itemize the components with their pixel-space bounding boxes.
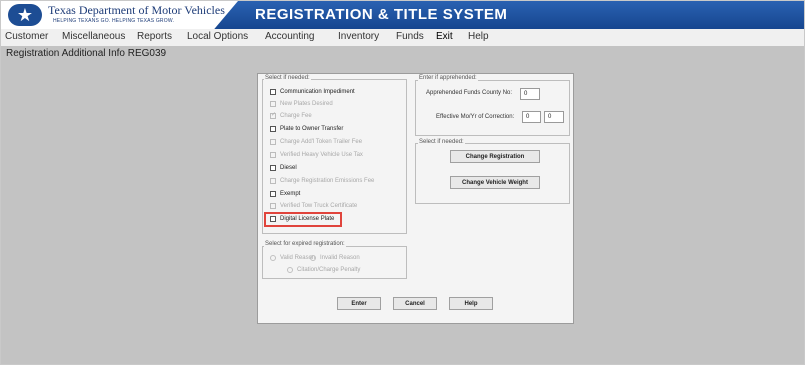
- checkbox-box: [270, 165, 276, 171]
- checkbox-box: [270, 203, 276, 209]
- option-label: Charge Registration Emissions Fee: [280, 178, 375, 184]
- new-plates-desired-checkbox[interactable]: New Plates Desired: [270, 99, 333, 109]
- effective-date-label: Effective Mo/Yr of Correction:: [436, 114, 515, 120]
- change-group-label: Select if needed:: [418, 139, 465, 145]
- menu-customer[interactable]: Customer: [5, 31, 48, 42]
- charge-fee-checkbox[interactable]: ✓ Charge Fee: [270, 111, 312, 121]
- txdmv-logo-icon: ★: [8, 4, 42, 26]
- tow-truck-certificate-checkbox[interactable]: Verified Tow Truck Certificate: [270, 201, 357, 211]
- checkbox-box: [270, 101, 276, 107]
- agency-tagline: HELPING TEXANS GO. HELPING TEXAS GROW.: [53, 18, 175, 24]
- enter-button[interactable]: Enter: [337, 297, 381, 310]
- screen-title: Registration Additional Info REG039: [6, 48, 167, 59]
- diesel-checkbox[interactable]: Diesel: [270, 163, 297, 173]
- valid-reason-radio[interactable]: Valid Reason: [270, 253, 315, 263]
- option-label: Plate to Owner Transfer: [280, 126, 344, 132]
- effective-year-field[interactable]: 0: [544, 111, 564, 123]
- menu-help[interactable]: Help: [468, 31, 489, 42]
- option-label: Communication Impediment: [280, 89, 355, 95]
- option-label: Exempt: [280, 191, 301, 197]
- checkbox-box: [270, 89, 276, 95]
- agency-name: Texas Department of Motor Vehicles: [48, 3, 225, 17]
- option-label: Charge Fee: [280, 113, 312, 119]
- plate-to-owner-transfer-checkbox[interactable]: Plate to Owner Transfer: [270, 124, 343, 134]
- options-group-label: Select if needed:: [264, 75, 311, 81]
- registration-emissions-fee-checkbox[interactable]: Charge Registration Emissions Fee: [270, 176, 374, 186]
- menu-inventory[interactable]: Inventory: [338, 31, 379, 42]
- apprehended-group: [415, 80, 570, 136]
- radio-circle: [287, 267, 293, 273]
- app-header: ★ Texas Department of Motor Vehicles HEL…: [1, 1, 804, 29]
- option-label: Diesel: [280, 165, 297, 171]
- exempt-checkbox[interactable]: Exempt: [270, 189, 300, 199]
- option-label: New Plates Desired: [280, 101, 333, 107]
- option-label: Charge Add'l Token Trailer Fee: [280, 139, 363, 145]
- menu-exit[interactable]: Exit: [436, 31, 453, 42]
- apprehended-label: Enter if apprehended:: [418, 75, 478, 81]
- checkbox-box: [270, 126, 276, 132]
- menu-bar: Customer Miscellaneous Reports Local Opt…: [1, 29, 804, 46]
- expired-registration-label: Select for expired registration:: [264, 241, 346, 247]
- token-trailer-fee-checkbox[interactable]: Charge Add'l Token Trailer Fee: [270, 137, 362, 147]
- menu-reports[interactable]: Reports: [137, 31, 172, 42]
- check-mark-icon: ✓: [271, 112, 277, 118]
- menu-local-options[interactable]: Local Options: [187, 31, 248, 42]
- checkbox-box: [270, 139, 276, 145]
- radio-circle: [270, 255, 276, 261]
- citation-penalty-radio[interactable]: Citation/Charge Penalty: [287, 265, 360, 275]
- heavy-vehicle-use-tax-checkbox[interactable]: Verified Heavy Vehicle Use Tax: [270, 150, 363, 160]
- county-no-field[interactable]: 0: [520, 88, 540, 100]
- menu-miscellaneous[interactable]: Miscellaneous: [62, 31, 125, 42]
- option-label: Verified Tow Truck Certificate: [280, 203, 358, 209]
- checkbox-box: ✓: [270, 112, 277, 119]
- menu-funds[interactable]: Funds: [396, 31, 424, 42]
- invalid-reason-radio[interactable]: Invalid Reason: [310, 253, 360, 263]
- system-title: REGISTRATION & TITLE SYSTEM: [255, 6, 508, 23]
- county-no-label: Apprehended Funds County No:: [426, 90, 513, 96]
- checkbox-box: [270, 191, 276, 197]
- radio-circle: [310, 255, 316, 261]
- option-label: Invalid Reason: [320, 255, 360, 261]
- change-registration-button[interactable]: Change Registration: [450, 150, 540, 163]
- option-label: Verified Heavy Vehicle Use Tax: [280, 152, 363, 158]
- option-label: Citation/Charge Penalty: [297, 267, 361, 273]
- cancel-button[interactable]: Cancel: [393, 297, 437, 310]
- help-button[interactable]: Help: [449, 297, 493, 310]
- checkbox-box: [270, 152, 276, 158]
- communication-impediment-checkbox[interactable]: Communication Impediment: [270, 87, 355, 97]
- digital-license-plate-highlight: [264, 212, 342, 227]
- checkbox-box: [270, 178, 276, 184]
- effective-month-field[interactable]: 0: [522, 111, 541, 123]
- change-vehicle-weight-button[interactable]: Change Vehicle Weight: [450, 176, 540, 189]
- menu-accounting[interactable]: Accounting: [265, 31, 314, 42]
